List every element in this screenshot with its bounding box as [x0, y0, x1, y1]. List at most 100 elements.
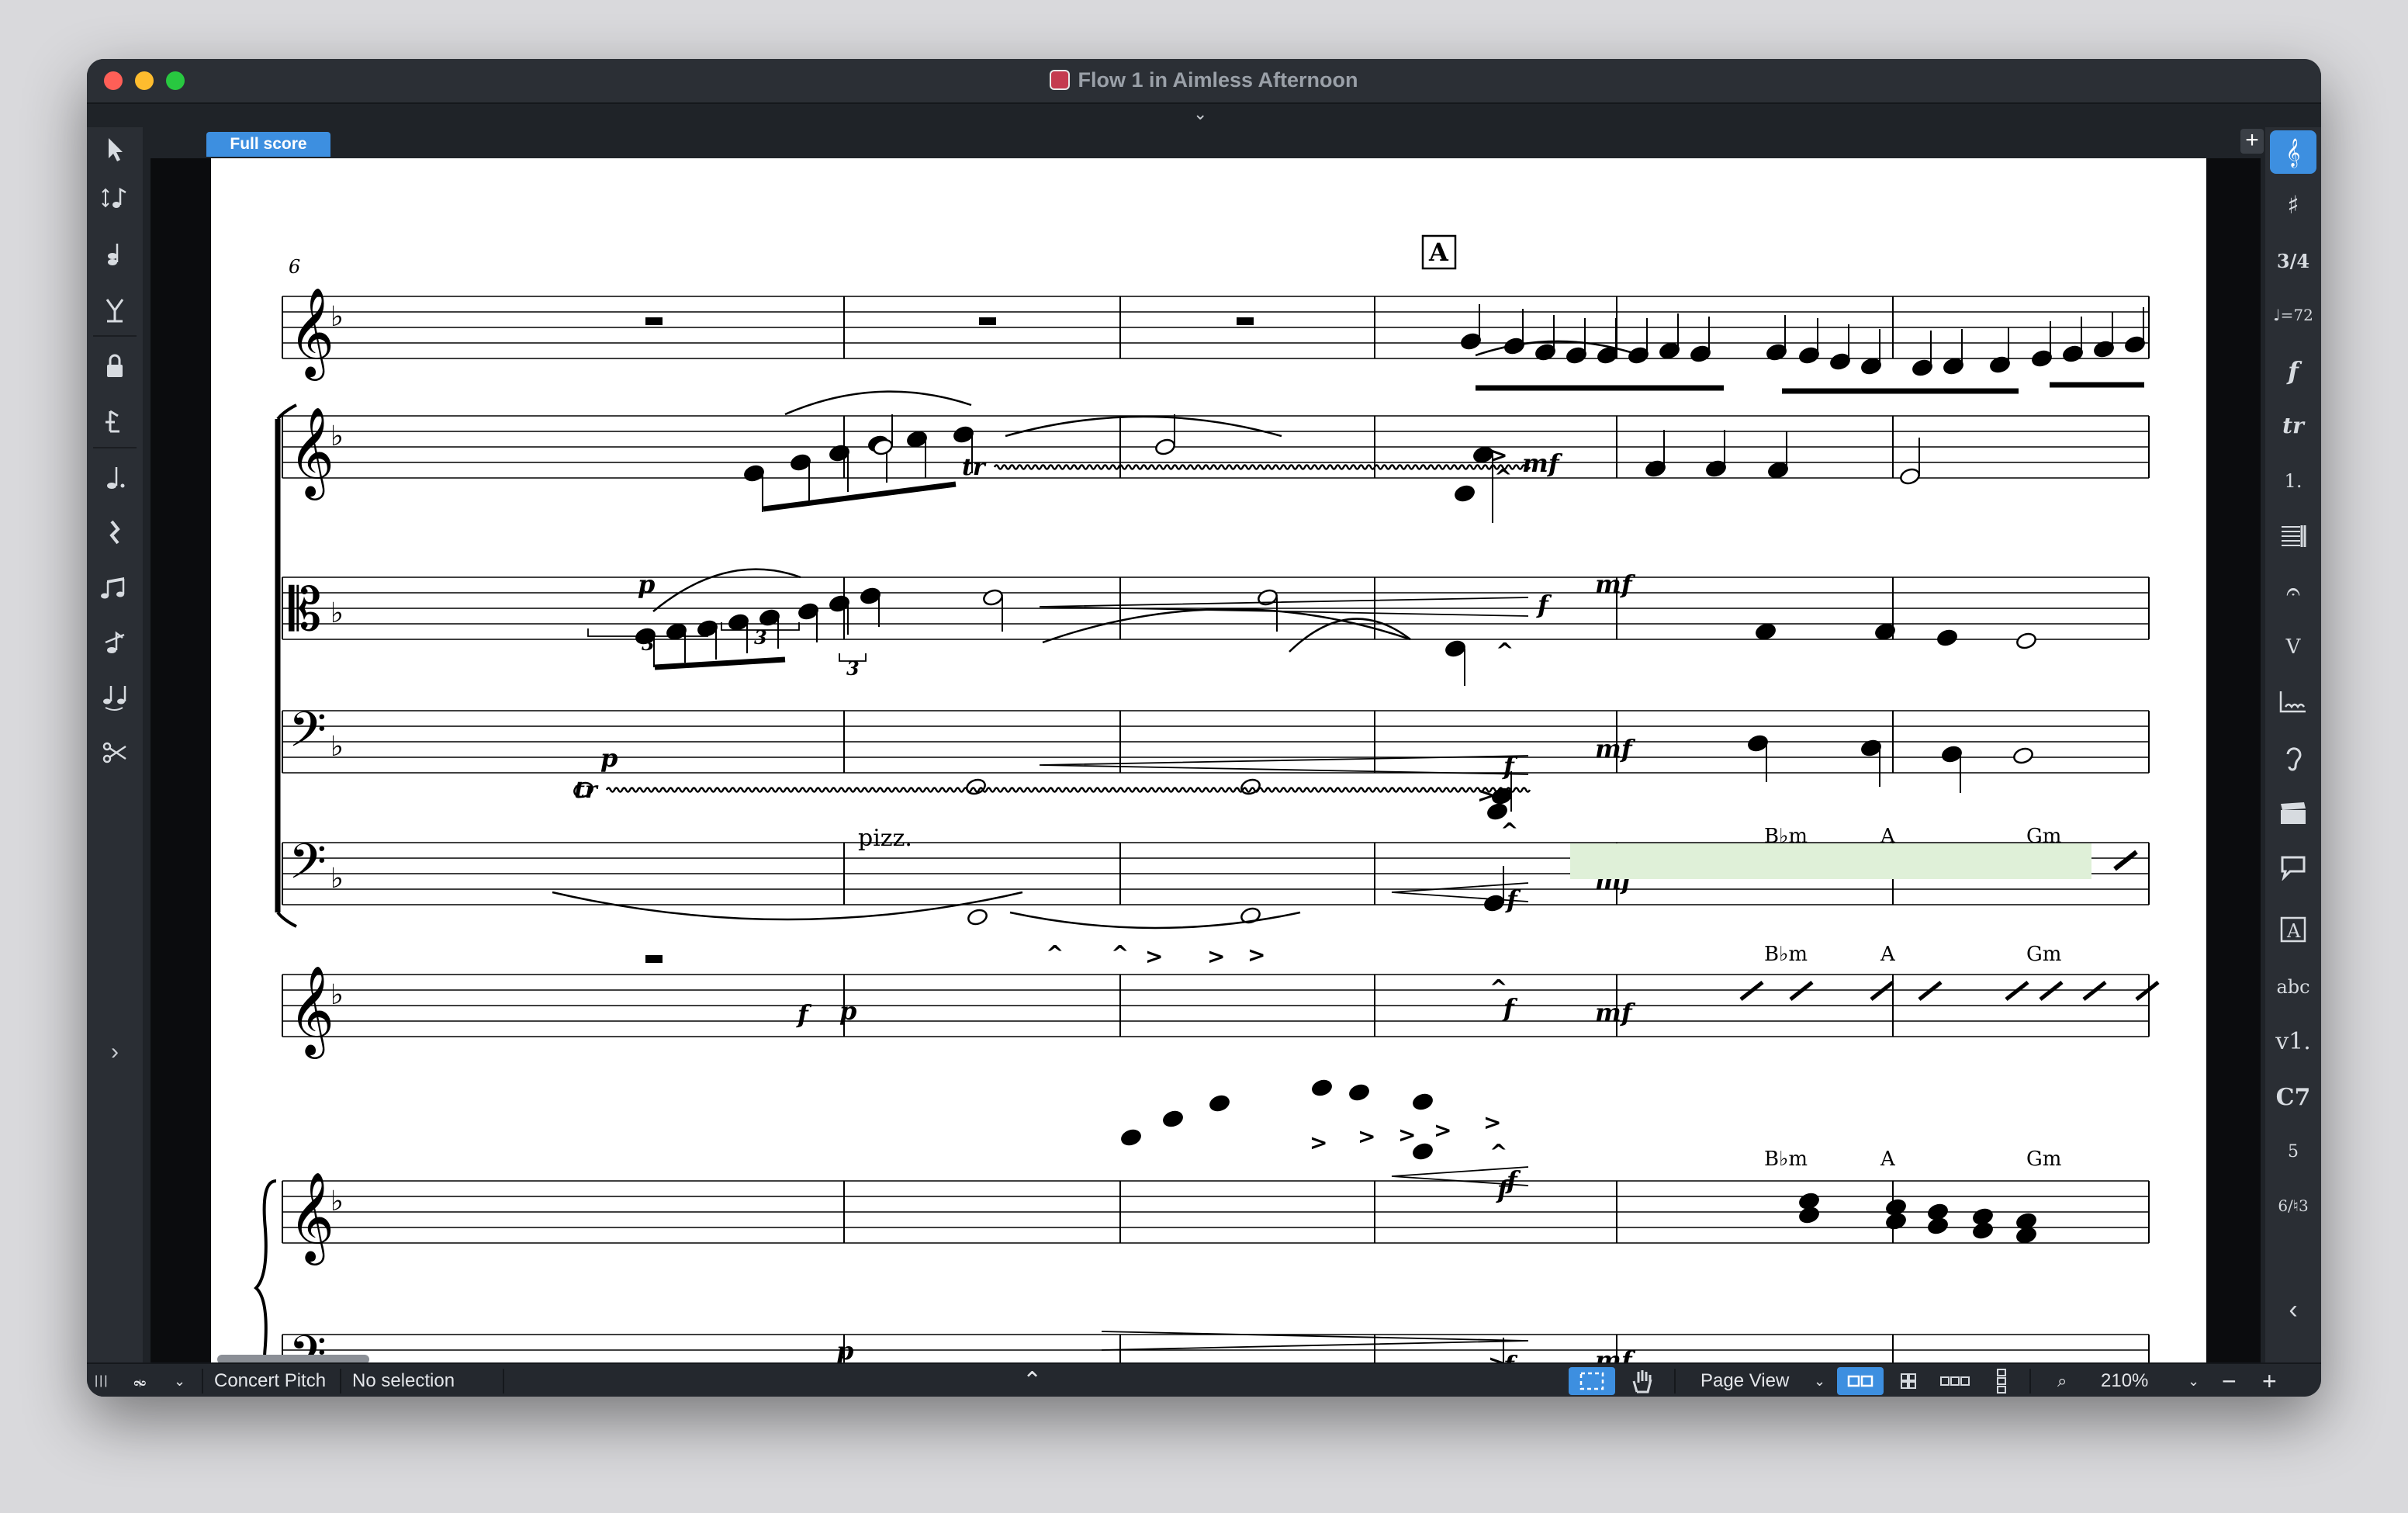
collapse-panel-chevron-icon[interactable]: ‹	[2265, 1288, 2321, 1331]
rest-icon[interactable]	[87, 511, 143, 554]
trill-line	[993, 464, 1531, 470]
chord-symbol-2c: A	[1880, 1148, 1896, 1171]
score-page[interactable]: 𝄞♭𝄞♭𝄡♭𝄢♭𝄢♭𝄞♭𝄞♭𝄢♭trtrmfmfmfmfmfmfffffffff…	[211, 158, 2206, 1366]
note-head	[1455, 485, 1475, 502]
note-head	[1349, 1084, 1369, 1101]
key-signatures-icon[interactable]: ♯	[2265, 183, 2321, 227]
note-head	[1445, 640, 1465, 657]
toolbox-divider	[93, 447, 137, 448]
repeat-endings-icon[interactable]: 1.	[2265, 459, 2321, 503]
text-box-icon[interactable]: A	[2265, 908, 2321, 951]
chord-symbol-2: A	[1880, 825, 1896, 848]
toggle-toolbar-chevron-icon[interactable]: ⌄	[1193, 104, 1207, 124]
grace-note-icon[interactable]	[87, 399, 143, 442]
insert-notes-icon[interactable]	[87, 177, 143, 220]
tempo-icon[interactable]: ♩=72	[2265, 293, 2321, 337]
lyrics-icon[interactable]: abc	[2265, 965, 2321, 1009]
holds-pauses-icon[interactable]: 𝄐	[2265, 570, 2321, 613]
add-tab-button[interactable]: +	[2240, 129, 2264, 154]
figured-bass-icon[interactable]: 6/♮3	[2265, 1184, 2321, 1227]
chord-symbol-3c: Gm	[2026, 1148, 2061, 1171]
status-divider	[2029, 1369, 2031, 1394]
ornaments-icon[interactable]: tr	[2265, 403, 2321, 447]
hand-tool-icon[interactable]	[1623, 1367, 1662, 1395]
hairpin	[1039, 755, 1529, 775]
zoom-magnifier-icon[interactable]: ⌕	[2057, 1364, 2067, 1397]
svg-text:A: A	[2286, 920, 2301, 942]
select-tool-icon[interactable]	[87, 127, 143, 171]
keyboard-panel-icon[interactable]: |||	[95, 1364, 109, 1397]
slash-notehead	[1739, 981, 1764, 1001]
key-flat-glyph: ♭	[330, 979, 344, 1011]
expand-panel-chevron-icon[interactable]: ›	[87, 1030, 143, 1074]
note-input-dropdown-icon[interactable]: ⌄	[174, 1364, 185, 1397]
time-signatures-icon[interactable]: 3/4	[2265, 239, 2321, 282]
dynamic-mark: mf	[1595, 998, 1636, 1027]
marquee-tool-button[interactable]	[1569, 1367, 1615, 1395]
beam-icon[interactable]	[87, 566, 143, 610]
view-mode-select[interactable]: Page View	[1700, 1364, 1789, 1397]
articulation-mark: >	[1145, 943, 1163, 969]
chord-input-icon[interactable]	[87, 233, 143, 276]
toolbox-divider	[93, 335, 137, 337]
tuplet-icon[interactable]	[87, 621, 143, 664]
grid-view-icon[interactable]	[1891, 1367, 1925, 1395]
dynamic-mark: f	[796, 999, 812, 1029]
comments-icon[interactable]	[2265, 846, 2321, 889]
slur	[552, 891, 1023, 921]
note-input-icon[interactable]: 𝆙	[133, 1364, 147, 1397]
note-head	[1461, 333, 1481, 350]
clef-glyph: 𝄢	[289, 833, 327, 902]
dynamics-icon[interactable]: f	[2265, 349, 2321, 393]
note-head	[1628, 347, 1649, 364]
articulation-mark: >	[1207, 943, 1225, 969]
chord-symbols-icon[interactable]: C7	[2265, 1075, 2321, 1119]
force-duration-icon[interactable]	[87, 289, 143, 332]
toggle-bottom-panel-chevron-icon[interactable]: ⌃	[1022, 1364, 1042, 1397]
dynamic-mark: p	[638, 570, 655, 599]
bars-barlines-icon[interactable]	[2265, 515, 2321, 559]
zoom-level-select[interactable]: 210%	[2101, 1364, 2148, 1397]
articulation-mark: >	[1398, 1122, 1416, 1148]
note-head	[953, 426, 974, 443]
tie-icon[interactable]	[87, 675, 143, 718]
playing-techniques-icon[interactable]: V	[2265, 625, 2321, 669]
slur	[1042, 608, 1411, 644]
window-title: Flow 1 in Aimless Afternoon	[87, 68, 2321, 92]
view-mode-dropdown-icon[interactable]: ⌄	[1814, 1364, 1825, 1397]
note-head	[1861, 358, 1881, 375]
zoom-out-button[interactable]: −	[2222, 1364, 2237, 1397]
spread-view-button[interactable]	[1837, 1367, 1884, 1395]
key-flat-glyph: ♭	[330, 1186, 344, 1217]
zoom-dropdown-icon[interactable]: ⌄	[2188, 1364, 2199, 1397]
clef-glyph: 𝄞	[289, 286, 334, 381]
version-icon[interactable]: v1.	[2265, 1020, 2321, 1063]
score-canvas[interactable]: 𝄞♭𝄞♭𝄡♭𝄢♭𝄢♭𝄞♭𝄞♭𝄢♭trtrmfmfmfmfmfmfffffffff…	[150, 158, 2261, 1366]
articulation-mark: ^	[1496, 638, 1514, 663]
concert-pitch-toggle[interactable]: Concert Pitch	[214, 1364, 326, 1397]
scissors-icon[interactable]	[87, 731, 143, 774]
note-head	[1312, 1079, 1332, 1096]
tab-full-score[interactable]: Full score	[206, 132, 330, 157]
articulation-mark: ^	[1500, 818, 1518, 843]
zoom-in-button[interactable]: +	[2262, 1364, 2277, 1397]
chord-symbol-3b: Gm	[2026, 943, 2061, 966]
cues-clapper-icon[interactable]	[2265, 791, 2321, 835]
chord-symbol-3: Gm	[2026, 825, 2061, 848]
notations-toolbox: 𝄞 ♯ 3/4 ♩=72 f tr 1. 𝄐 V A abc v1. C7 5 …	[2265, 127, 2321, 1366]
playback-ear-icon[interactable]	[2265, 736, 2321, 779]
dotted-note-icon[interactable]	[87, 456, 143, 500]
horizontal-view-icon[interactable]	[1933, 1367, 1977, 1395]
trill-helper	[870, 465, 886, 469]
clefs-icon[interactable]: 𝄞	[2270, 130, 2316, 174]
fingering-icon[interactable]: 5	[2265, 1130, 2321, 1173]
clef-glyph: 𝄞	[289, 964, 334, 1059]
glissando-icon[interactable]	[2265, 680, 2321, 723]
tuplet-number: 3	[642, 632, 655, 655]
lock-duration-icon[interactable]	[87, 344, 143, 388]
articulation-mark: ^	[1111, 940, 1129, 966]
vertical-view-icon[interactable]	[1984, 1367, 2019, 1395]
dynamic-mark: mf	[1522, 448, 1563, 478]
articulation-mark: >	[1477, 782, 1495, 808]
status-divider	[340, 1369, 341, 1394]
